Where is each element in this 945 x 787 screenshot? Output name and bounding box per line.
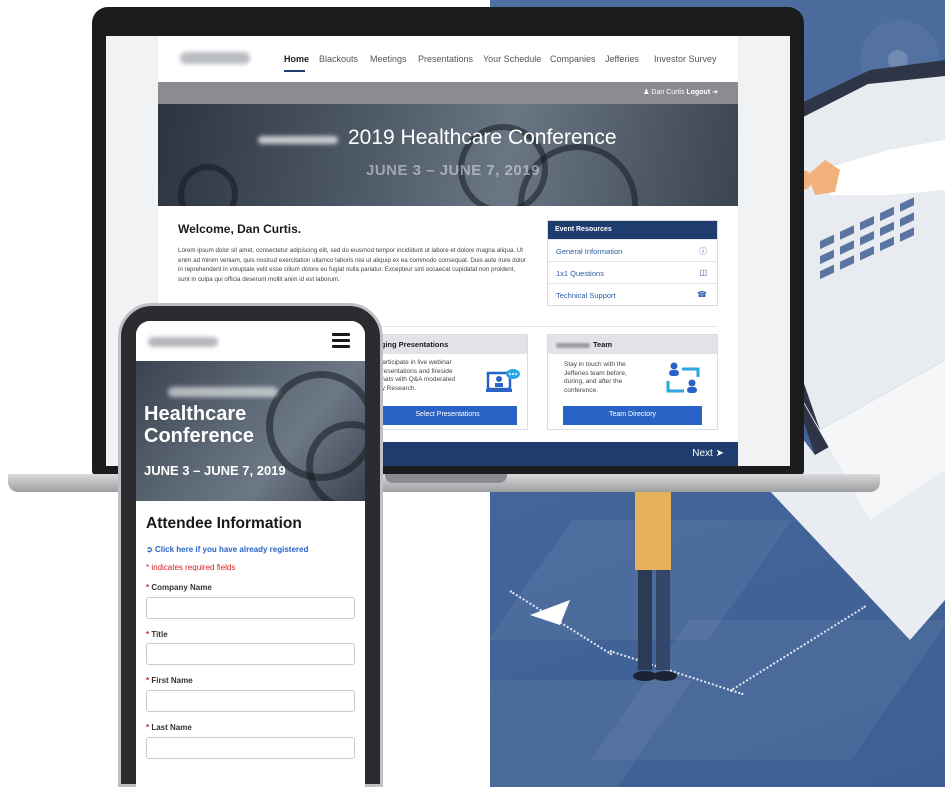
nav-jefferies[interactable]: Jefferies <box>605 54 639 64</box>
resource-general-information[interactable]: General Information ⓘ <box>548 239 717 261</box>
mobile-hero-banner: Healthcare Conference JUNE 3 – JUNE 7, 2… <box>136 361 365 501</box>
desktop-hero-banner: 2019 Healthcare Conference JUNE 3 – JUNE… <box>158 104 738 206</box>
required-fields-note: * indicates required fields <box>146 563 236 572</box>
welcome-text: Lorem ipsum dolor sit amet, consectetur … <box>178 247 527 283</box>
laptop-notch <box>385 474 507 483</box>
attendee-info-heading: Attendee Information <box>146 515 302 532</box>
user-icon: ♟ <box>643 89 650 96</box>
welcome-heading: Welcome, Dan Curtis. <box>178 222 302 236</box>
logout-link[interactable]: Logout <box>686 89 710 96</box>
nav-presentations[interactable]: Presentations <box>418 54 473 64</box>
resource-1x1-questions[interactable]: 1x1 Questions ◫ <box>548 261 717 283</box>
presentations-card-title: gaging Presentations <box>364 335 527 354</box>
nav-blackouts[interactable]: Blackouts <box>319 54 358 64</box>
last-name-label: * Last Name <box>146 723 192 732</box>
mobile-hero-dates: JUNE 3 – JUNE 7, 2019 <box>144 463 286 478</box>
desktop-nav: Home Blackouts Meetings Presentations Yo… <box>158 36 738 82</box>
hamburger-menu-icon[interactable] <box>332 333 350 348</box>
first-name-label: * First Name <box>146 676 193 685</box>
nav-your-schedule[interactable]: Your Schedule <box>483 54 541 64</box>
resource-label: 1x1 Questions <box>556 269 604 278</box>
company-name-input[interactable] <box>146 597 355 619</box>
webinar-icon <box>486 369 520 392</box>
resource-technical-support[interactable]: Technical Support ☎ <box>548 283 717 305</box>
hero-logo <box>258 136 338 144</box>
presentations-card-text: Participate in live webinar presentation… <box>378 359 455 392</box>
logout-icon[interactable]: ➜ <box>712 89 718 96</box>
resource-label: General Information <box>556 247 623 256</box>
sign-in-icon: ➲ <box>146 545 153 554</box>
nav-investor-survey[interactable]: Investor Survey <box>654 54 717 64</box>
jefferies-logo <box>556 342 590 348</box>
team-icon <box>666 362 700 393</box>
hero-logo <box>168 387 278 397</box>
resource-label: Technical Support <box>556 291 616 300</box>
team-card-text: Stay in touch with the Jefferies team be… <box>564 361 627 394</box>
company-name-label: * Company Name <box>146 583 212 592</box>
first-name-input[interactable] <box>146 690 355 712</box>
user-bar: ♟ Dan Curtis Logout ➜ <box>158 82 738 104</box>
title-input[interactable] <box>146 643 355 665</box>
arrow-right-circle-icon: ➤ <box>715 448 724 459</box>
nav-home[interactable]: Home <box>284 54 309 64</box>
jefferies-logo <box>148 337 218 347</box>
jefferies-logo <box>180 52 250 64</box>
phone-screen: Healthcare Conference JUNE 3 – JUNE 7, 2… <box>136 321 365 787</box>
presentations-card: gaging Presentations Participate in live… <box>363 334 528 430</box>
marketing-composite: Home Blackouts Meetings Presentations Yo… <box>0 0 945 787</box>
last-name-input[interactable] <box>146 737 355 759</box>
event-resources-title: Event Resources <box>548 221 717 239</box>
hero-dates: JUNE 3 – JUNE 7, 2019 <box>366 162 540 179</box>
next-button[interactable]: Next ➤ <box>692 448 724 459</box>
mobile-hero-title: Healthcare Conference <box>144 403 255 447</box>
nav-active-indicator <box>284 70 305 72</box>
already-registered-link[interactable]: ➲ Click here if you have already registe… <box>146 545 308 554</box>
team-card: Team Stay in touch with the Jefferies te… <box>547 334 718 430</box>
select-presentations-button[interactable]: Select Presentations <box>378 406 517 425</box>
support-icon: ☎ <box>697 290 707 299</box>
team-card-title: Team <box>548 335 717 354</box>
nav-meetings[interactable]: Meetings <box>370 54 407 64</box>
nav-companies[interactable]: Companies <box>550 54 596 64</box>
hero-title: 2019 Healthcare Conference <box>348 126 617 149</box>
title-label: * Title <box>146 630 168 639</box>
user-name: Dan Curtis <box>651 89 685 96</box>
ticket-icon: ◫ <box>699 268 707 277</box>
info-icon: ⓘ <box>699 247 707 256</box>
team-directory-button[interactable]: Team Directory <box>563 406 702 425</box>
event-resources-panel: Event Resources General Information ⓘ 1x… <box>547 220 718 306</box>
user-info: ♟ Dan Curtis Logout ➜ <box>643 88 718 96</box>
mobile-header <box>136 321 365 361</box>
